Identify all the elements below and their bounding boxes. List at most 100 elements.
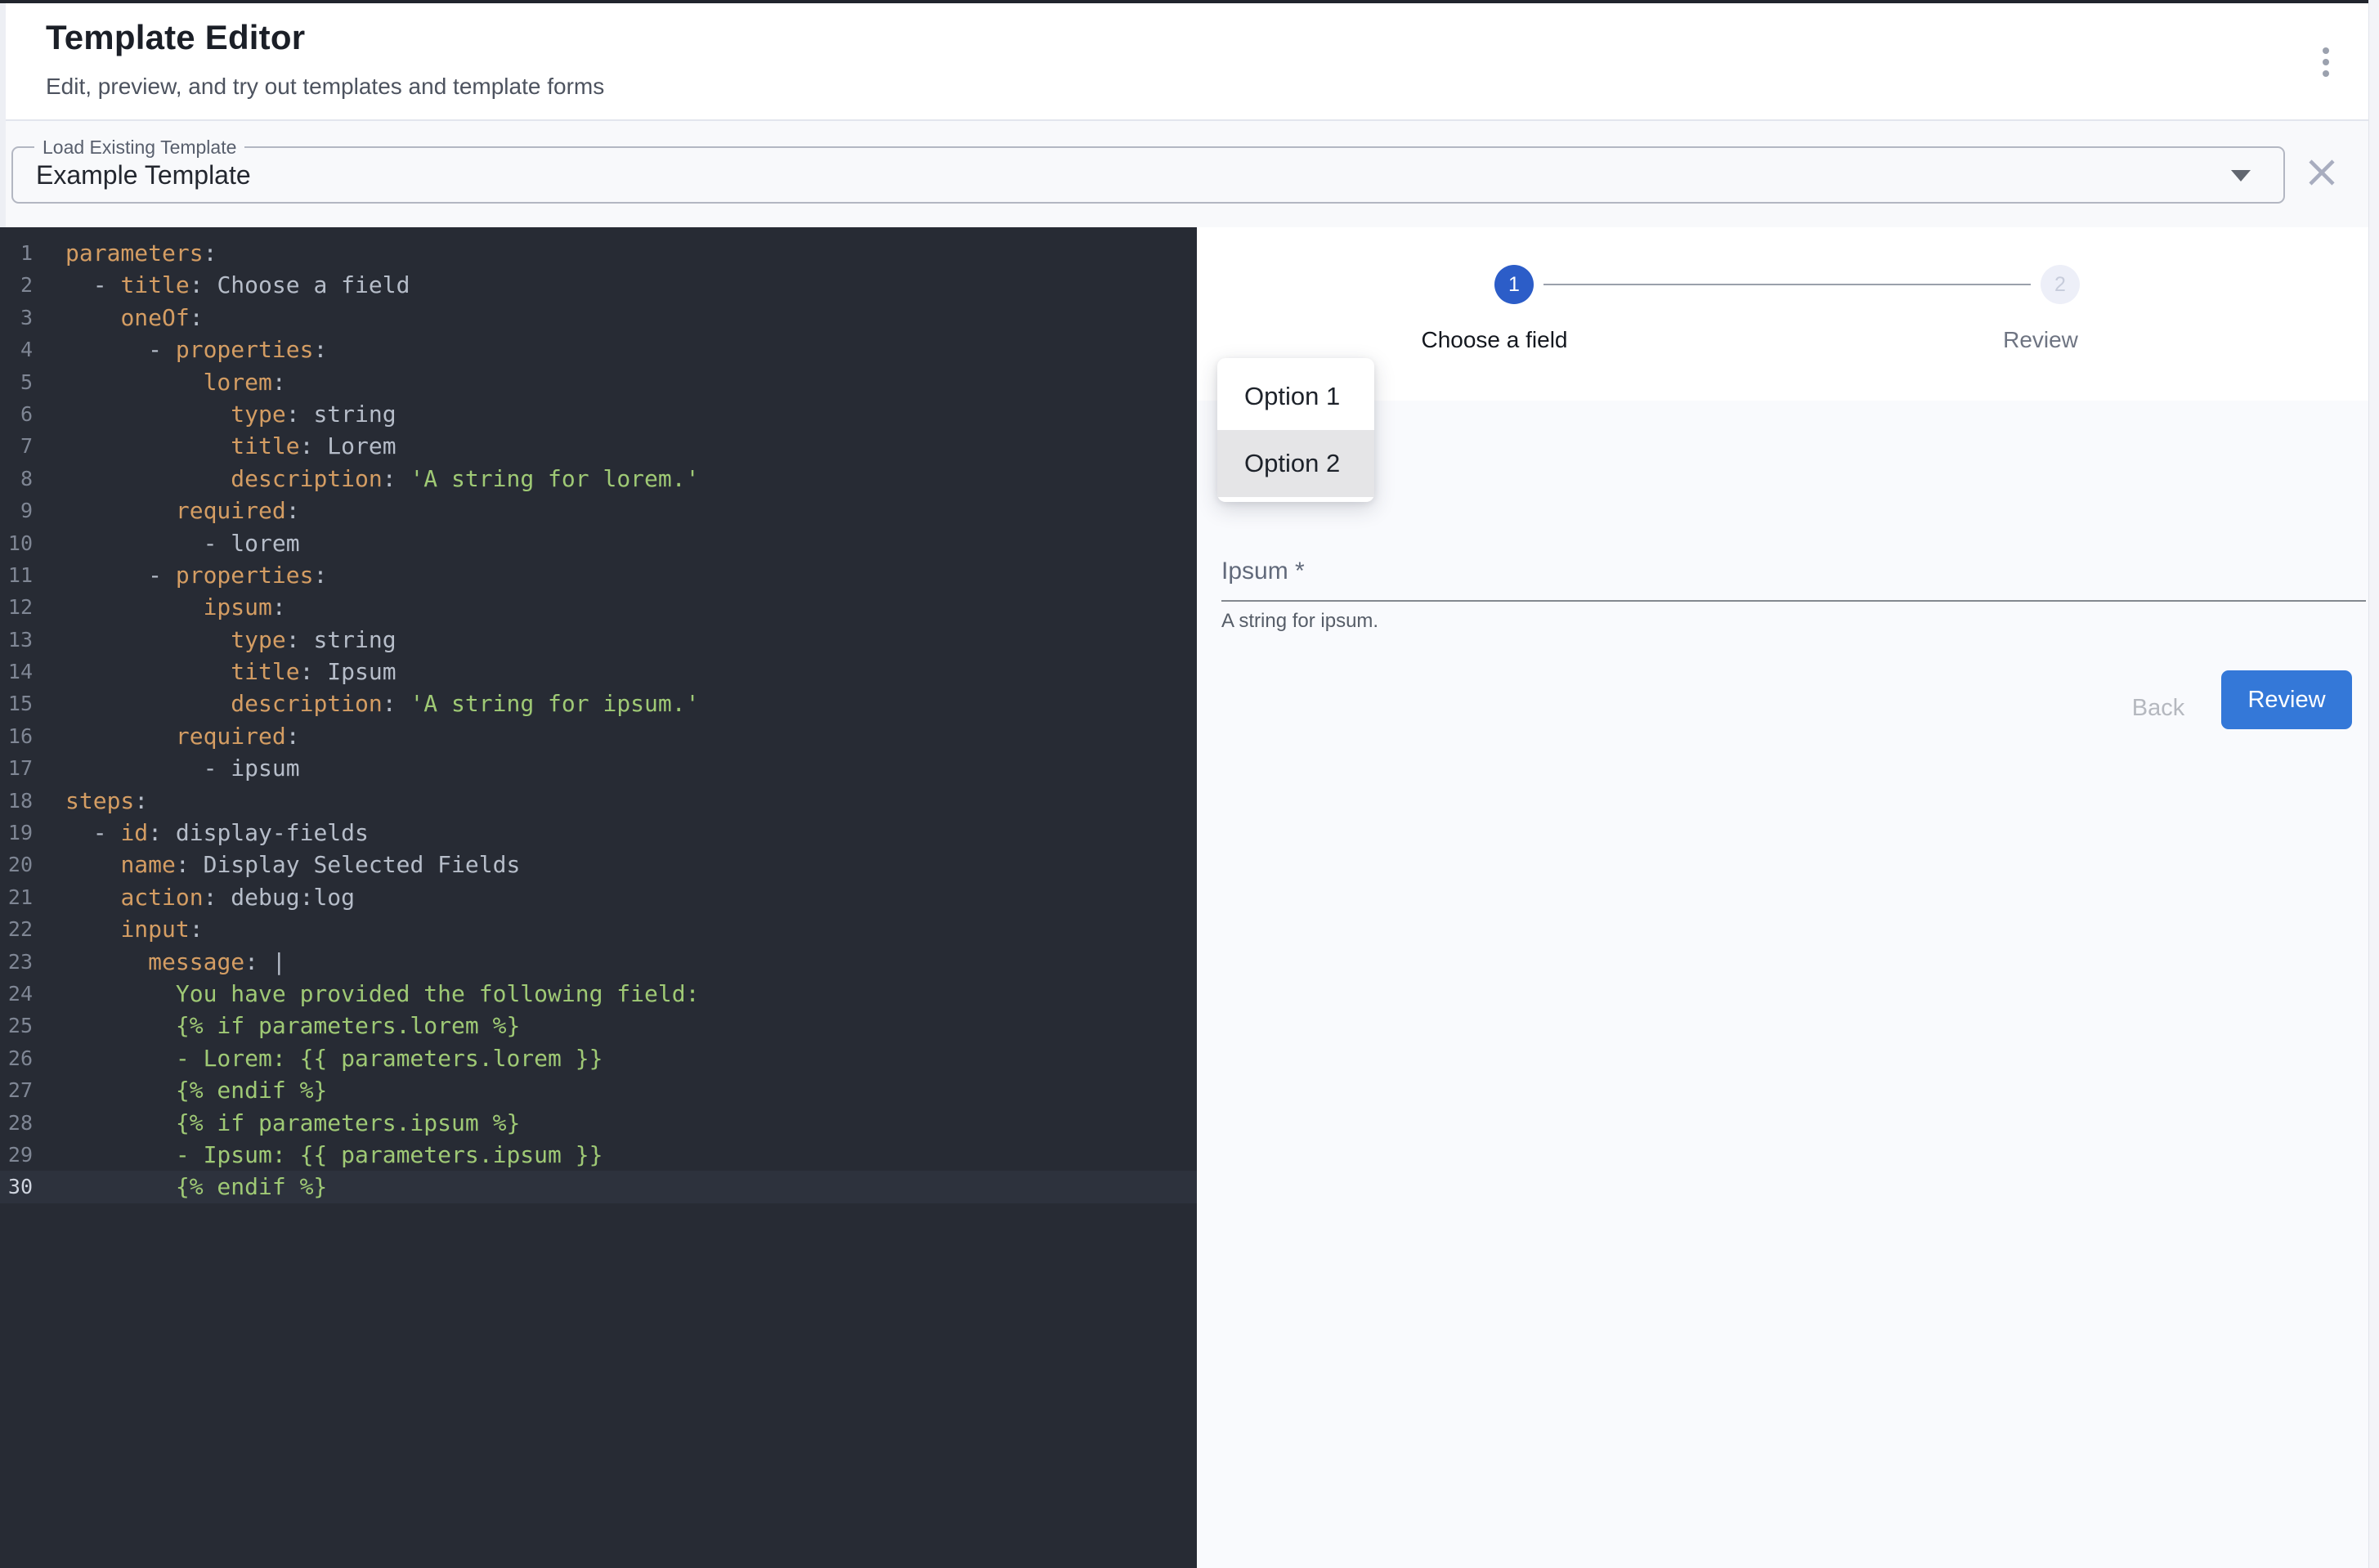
code-line[interactable]: 6 type: string [0,398,1197,430]
code-segment: {% endif %} [176,1077,327,1104]
code-segment [65,723,176,750]
code-segment [65,369,204,396]
code-segment: {% endif %} [176,1173,327,1200]
code-text: input: [65,913,204,945]
code-line[interactable]: 17 - ipsum [0,752,1197,784]
code-segment: action [120,884,203,911]
code-line[interactable]: 27 {% endif %} [0,1074,1197,1106]
code-line[interactable]: 20 name: Display Selected Fields [0,849,1197,880]
code-segment: required [176,723,286,750]
code-line[interactable]: 2 - title: Choose a field [0,269,1197,301]
code-line[interactable]: 12 ipsum: [0,591,1197,623]
code-text: required: [65,720,300,752]
line-number: 10 [0,527,33,559]
options-dropdown-menu: Option 1Option 2 [1217,358,1374,502]
line-number: 25 [0,1010,33,1042]
step-circle-1[interactable]: 1 [1494,265,1534,304]
code-segment: : [190,304,204,331]
code-segment: 'A string for ipsum.' [410,690,699,717]
menu-option[interactable]: Option 2 [1217,430,1374,497]
code-text: - properties: [65,559,327,591]
code-segment: - Lorem: {{ parameters.lorem }} [176,1045,603,1072]
code-line[interactable]: 18 steps: [0,785,1197,817]
code-line[interactable]: 26 - Lorem: {{ parameters.lorem }} [0,1042,1197,1074]
step-circle-2[interactable]: 2 [2041,265,2080,304]
line-number: 2 [0,269,33,301]
line-number: 24 [0,978,33,1010]
code-line[interactable]: 16 required: [0,720,1197,752]
line-number: 19 [0,817,33,849]
code-segment [65,497,176,524]
code-segment: : display-fields [148,819,369,846]
code-line[interactable]: 9 required: [0,495,1197,526]
code-segment [65,916,120,943]
code-segment: You have provided the following field: [176,980,700,1007]
line-number: 18 [0,785,33,817]
code-line[interactable]: 1parameters: [0,237,1197,269]
code-text: {% endif %} [65,1074,327,1106]
line-number: 7 [0,430,33,462]
ipsum-input[interactable] [1221,600,2366,602]
code-line[interactable]: 13 type: string [0,624,1197,656]
code-segment: ipsum [204,594,272,620]
scrollbar-track[interactable] [2368,0,2379,1568]
code-line[interactable]: 25 {% if parameters.lorem %} [0,1010,1197,1042]
code-line[interactable]: 8 description: 'A string for lorem.' [0,463,1197,495]
code-segment: : Lorem [300,432,396,459]
code-segment: : [286,723,300,750]
code-line[interactable]: 28 {% if parameters.ipsum %} [0,1107,1197,1139]
code-line[interactable]: 5 lorem: [0,366,1197,398]
line-number: 17 [0,752,33,784]
code-segment [65,884,120,911]
back-button[interactable]: Back [2093,685,2224,731]
code-segment: : Choose a field [190,271,410,298]
code-line[interactable]: 30 {% endif %} [0,1171,1197,1203]
code-line[interactable]: 29 - Ipsum: {{ parameters.ipsum }} [0,1139,1197,1171]
code-segment: : [313,336,327,363]
code-text: - properties: [65,334,327,365]
code-line[interactable]: 7 title: Lorem [0,430,1197,462]
code-segment: message [148,948,244,975]
code-text: ipsum: [65,591,286,623]
code-line[interactable]: 24 You have provided the following field… [0,978,1197,1010]
more-options-button[interactable] [2310,36,2342,88]
code-segment [65,1012,176,1039]
code-segment [65,1077,176,1104]
code-segment: type [231,401,285,428]
code-line[interactable]: 14 title: Ipsum [0,656,1197,688]
form-area [1197,401,2368,1568]
code-line[interactable]: 10 - lorem [0,527,1197,559]
code-text: message: | [65,946,286,978]
menu-option[interactable]: Option 1 [1217,363,1374,430]
code-line[interactable]: 4 - properties: [0,334,1197,365]
review-button[interactable]: Review [2221,670,2352,729]
code-line[interactable]: 22 input: [0,913,1197,945]
code-segment: : [272,594,286,620]
code-text: description: 'A string for ipsum.' [65,688,699,719]
template-editor-page: Template Editor Edit, preview, and try o… [0,0,2379,1568]
code-editor[interactable]: 1parameters:2 - title: Choose a field3 o… [0,227,1197,1568]
code-text: steps: [65,785,148,817]
code-segment [65,980,176,1007]
code-segment: type [231,626,285,653]
line-number: 28 [0,1107,33,1139]
code-text: name: Display Selected Fields [65,849,520,880]
line-number: 11 [0,559,33,591]
code-line[interactable]: 15 description: 'A string for ipsum.' [0,688,1197,719]
code-line[interactable]: 19 - id: display-fields [0,817,1197,849]
code-text: - title: Choose a field [65,269,410,301]
code-line[interactable]: 21 action: debug:log [0,881,1197,913]
template-loader-section: Load Existing Template Example Template [6,119,2368,227]
code-text: - id: display-fields [65,817,369,849]
code-line[interactable]: 11 - properties: [0,559,1197,591]
code-segment: : Ipsum [300,658,396,685]
code-segment [65,1045,176,1072]
load-template-select[interactable]: Load Existing Template Example Template [11,146,2285,204]
code-line[interactable]: 23 message: | [0,946,1197,978]
code-segment: description [231,465,382,492]
code-line[interactable]: 3 oneOf: [0,302,1197,334]
code-segment: : Display Selected Fields [176,851,520,878]
line-number: 30 [0,1171,33,1203]
line-number: 6 [0,398,33,430]
clear-template-button[interactable] [2298,149,2345,196]
